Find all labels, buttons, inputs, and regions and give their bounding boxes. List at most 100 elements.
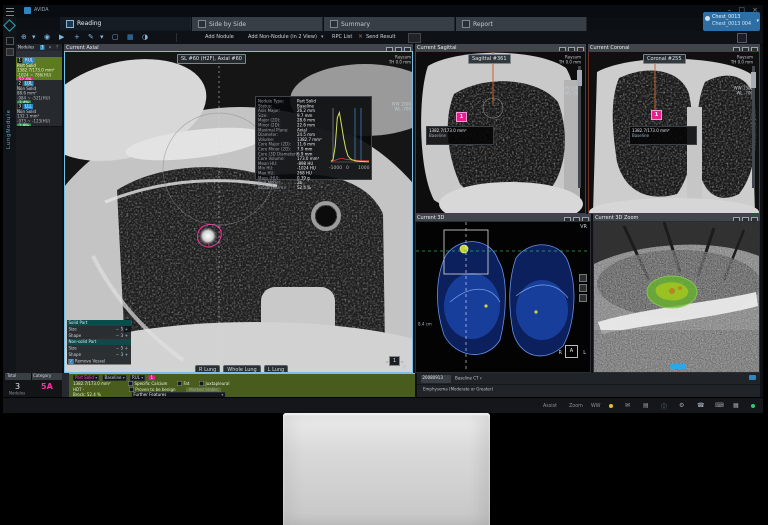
nodules-panel-header: Nodules 3 ▾ ? [16, 44, 62, 51]
status-item-ww[interactable]: WW [591, 403, 600, 409]
help-icon[interactable]: ? [56, 45, 58, 50]
l-lung-button[interactable]: L Lung [264, 365, 289, 373]
caret-icon: ▾ [123, 376, 125, 381]
vr-pan-button[interactable] [579, 284, 587, 292]
mail-icon[interactable]: ✉ [625, 402, 630, 409]
zoom3d-viewport[interactable] [593, 221, 760, 373]
svg-text:0: 0 [346, 165, 349, 171]
add-non-nodule-button[interactable]: Add Non-Nodule (in 2 View) [248, 34, 317, 40]
eraser-tool-icon[interactable]: ▢ [112, 33, 119, 41]
study-date-tab[interactable]: 20080913 [421, 375, 451, 383]
edit-hdt-value: HDT - [73, 387, 84, 392]
shape-minus-button[interactable]: − [116, 333, 119, 338]
grid-icon[interactable]: ▦ [733, 402, 739, 409]
size-plus-button[interactable]: + [125, 346, 128, 351]
tab-reading[interactable]: Reading [60, 17, 191, 31]
pen-caret-icon[interactable]: ▾ [100, 33, 104, 41]
info-icon[interactable]: ⓘ [661, 402, 667, 411]
size-minus-button[interactable]: − [116, 327, 119, 332]
status-item-zoom[interactable]: Zoom [569, 403, 583, 409]
pan-tool-icon[interactable]: ⊕ [21, 33, 27, 41]
pager-prev-icon[interactable]: ◄ [385, 359, 388, 364]
menu-icon[interactable] [6, 8, 14, 16]
zoom-tool-icon[interactable]: ◉ [44, 33, 50, 41]
vr-mode-label: VR [580, 224, 587, 230]
contrast-tool-icon[interactable]: ◑ [142, 33, 148, 41]
axial-slice-label: SL #60 (H2F), Axial #60 [177, 54, 246, 64]
lung-nodule-vertical-tab[interactable]: LungNodule [6, 65, 12, 149]
pointer-tool-icon[interactable]: ▶ [59, 33, 64, 41]
rpc-list-button[interactable]: RPC List [332, 34, 352, 40]
remove-vessel-checkbox[interactable]: ✓ [69, 359, 74, 364]
zoom3d-view-title: Current 3D Zoom [595, 215, 638, 221]
side-by-side-tab-icon [198, 20, 206, 28]
whole-lung-button[interactable]: Whole Lung [223, 365, 260, 373]
finding-text: Emphysema (Moderate or Greater) [423, 387, 493, 392]
fat-checkbox-row[interactable]: Fat [177, 382, 189, 387]
pen-tool-icon[interactable]: ✎ [88, 33, 94, 41]
size-plus-button[interactable]: + [125, 327, 128, 332]
orientation-cube[interactable]: A [565, 345, 578, 358]
add-tool-icon[interactable]: + [74, 33, 80, 41]
total-nodules-unit: Nodules [9, 391, 25, 396]
nodule-popup-rows: Nodule Type:Part SolidStatus:BaselineAxi… [258, 99, 332, 190]
caret-icon: ▾ [95, 376, 97, 381]
nodule-location-tag: RUL [24, 58, 35, 63]
shape-plus-button[interactable]: + [125, 333, 128, 338]
pan-caret-icon[interactable]: ▾ [32, 33, 36, 41]
nodule-list-item-3[interactable]: 3LLL Non Solid 132.1 mm³ -973 ~ -123(HU)… [16, 103, 62, 127]
patient-selector[interactable]: Chest_0013 Chest_0013 004 ▾ [703, 12, 760, 31]
add-non-nodule-caret-icon[interactable]: ▾ [321, 34, 324, 40]
keyboard-icon[interactable]: ⌨ [715, 402, 724, 409]
status-item-assist[interactable]: Assist [543, 403, 557, 409]
vr-viewport[interactable]: VR 8.4 cm R A L [415, 221, 591, 373]
pager-value: 1 [389, 356, 400, 366]
document-icon[interactable]: ▤ [643, 402, 649, 409]
settings-gear-icon[interactable]: ⚙ [679, 402, 684, 409]
sagittal-nodule-marker[interactable]: 1 [456, 112, 467, 122]
nodule-list-item-2[interactable]: 2LUL Non Solid 88.6 mm³ -984 ~ -521(HU) … [16, 80, 62, 104]
caret-icon: ▾ [480, 376, 482, 381]
sagittal-window-settings: WW 1500WL -700 [521, 86, 581, 96]
vr-rotate-button[interactable] [579, 274, 587, 282]
report-tab-icon [462, 20, 470, 28]
coronal-viewport[interactable]: Coronal #255 RaysumTH 0.0 mm WW 1500WL -… [588, 51, 760, 214]
nodule-location-tag: LUL [24, 81, 34, 86]
shape-plus-button[interactable]: + [125, 352, 128, 357]
lung-3d-rendering[interactable] [416, 222, 590, 372]
benign-checkbox-row[interactable]: Proven to be benign [129, 387, 176, 392]
filter-caret-icon[interactable]: ▾ [49, 45, 51, 50]
coronal-slider-thumb[interactable] [751, 72, 756, 88]
rail-tool-icon[interactable] [6, 48, 14, 56]
r-lung-button[interactable]: R Lung [195, 365, 220, 373]
axial-viewport[interactable]: SL #60 (H2F), Axial #60 RaysumTH 0.0 mm … [64, 51, 413, 373]
nodules-panel-label: Nodules [18, 45, 34, 50]
clear-button[interactable]: × [358, 33, 363, 40]
nodule-list-item-1[interactable]: 1RUL Part Solid 1382.7/173.0 mm³ -1024 ~… [16, 57, 62, 81]
panel-corner-icon[interactable] [749, 375, 756, 380]
phone-icon[interactable]: ☎ [697, 402, 704, 409]
vr-reset-button[interactable] [579, 294, 587, 302]
tab-report[interactable]: Report [456, 17, 587, 31]
coronal-nodule-marker[interactable]: 1 [651, 110, 662, 120]
hu-histogram-chart: -1000 0 1000 [329, 100, 371, 178]
study-name-tab[interactable]: Baseline CT ▾ [455, 376, 482, 381]
sagittal-viewport[interactable]: Sagittal #361 RaysumTH 0.0 mm WW 1500WL … [415, 51, 586, 214]
juxtapleural-checkbox-row[interactable]: Juxtapleural [199, 382, 229, 387]
pager-next-icon[interactable]: ► [401, 359, 404, 364]
zoom3d-view-header: Current 3D Zoom [593, 214, 760, 221]
tab-side-by-side[interactable]: Side by Side [192, 17, 323, 31]
tab-summary[interactable]: Summary [324, 17, 455, 31]
rail-tool-icon[interactable] [6, 37, 14, 45]
layout-tool-icon[interactable]: ▦ [127, 33, 134, 41]
zoom3d-slider[interactable] [670, 364, 686, 369]
remove-vessel-row[interactable]: ✓Remove Vessel [67, 358, 131, 365]
shape-minus-button[interactable]: − [116, 352, 119, 357]
marked-stable-button[interactable]: Marked Stable [186, 387, 221, 392]
size-minus-button[interactable]: − [116, 346, 119, 351]
sagittal-slider-thumb[interactable] [577, 70, 582, 86]
nodule-3d-zoom-rendering[interactable] [594, 222, 759, 372]
sagittal-slice-label: Sagittal #361 [468, 54, 511, 64]
add-nodule-button[interactable]: Add Nodule [205, 34, 234, 40]
calcium-checkbox-row[interactable]: Specific Calcium [128, 382, 167, 387]
